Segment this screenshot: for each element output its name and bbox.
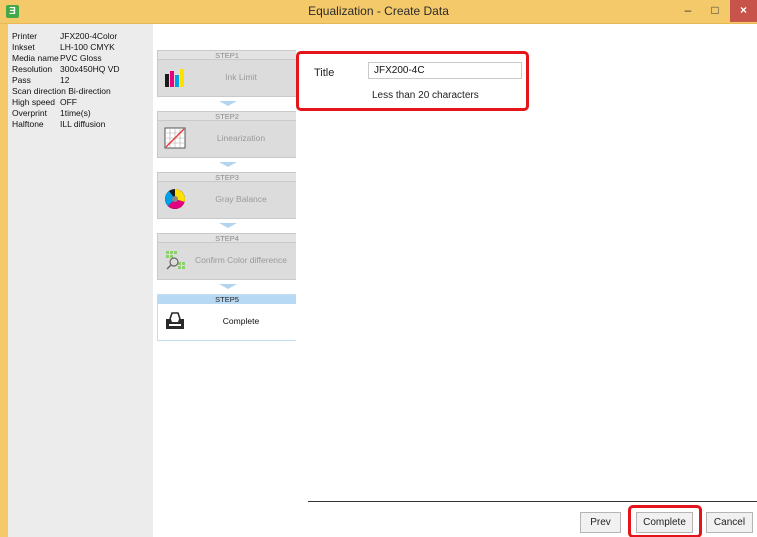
- step-header: STEP4: [158, 234, 296, 243]
- step-arrow-icon: [219, 162, 237, 167]
- title-hint: Less than 20 characters: [372, 90, 479, 101]
- info-row-pass: Pass 12: [12, 75, 69, 85]
- step-header: STEP5: [158, 295, 296, 304]
- main-content: Title Less than 20 characters Prev Compl…: [296, 24, 757, 537]
- minimize-button[interactable]: –: [675, 0, 701, 22]
- info-label: High speed: [12, 97, 56, 107]
- info-value: OFF: [60, 97, 77, 107]
- info-label: Pass: [12, 75, 31, 85]
- maximize-button[interactable]: □: [702, 0, 728, 22]
- info-value: 300x450HQ VD: [60, 64, 120, 74]
- prev-button[interactable]: Prev: [580, 512, 621, 533]
- step-navigator: STEP1 Ink Limit STEP2 Linearization STEP…: [153, 24, 297, 537]
- printer-output-icon: [164, 310, 186, 332]
- step-1-ink-limit[interactable]: STEP1 Ink Limit: [157, 50, 297, 97]
- info-value: JFX200-4Color: [60, 31, 118, 41]
- gray-balance-icon: [164, 188, 186, 210]
- info-row-inkset: Inkset LH-100 CMYK: [12, 42, 115, 52]
- title-label: Title: [314, 67, 335, 79]
- step-header: STEP1: [158, 51, 296, 60]
- window-title: Equalization - Create Data: [308, 4, 449, 18]
- info-row-media-name: Media namePVC Gloss: [12, 53, 102, 63]
- info-row-printer: Printer JFX200-4Color: [12, 31, 117, 41]
- step-label: Linearization: [216, 133, 266, 143]
- complete-button[interactable]: Complete: [636, 512, 693, 533]
- info-label: Resolution: [12, 64, 53, 74]
- info-row-halftone: Halftone ILL diffusion: [12, 119, 105, 129]
- info-row-high-speed: High speed OFF: [12, 97, 77, 107]
- info-label: Media name: [12, 53, 59, 63]
- title-highlight-box: [296, 51, 529, 111]
- ink-limit-icon: [164, 66, 186, 88]
- step-5-complete[interactable]: STEP5 Complete: [157, 294, 297, 341]
- linearization-icon: [164, 127, 186, 149]
- step-label: Ink Limit: [225, 72, 257, 82]
- step-4-confirm-color-difference[interactable]: STEP4 Confirm Color difference: [157, 233, 297, 280]
- step-header: STEP3: [158, 173, 296, 182]
- info-value: LH-100 CMYK: [60, 42, 115, 52]
- info-label: Halftone: [12, 119, 44, 129]
- info-value: Bi-direction: [68, 86, 111, 96]
- title-input[interactable]: [368, 62, 522, 79]
- title-bar: Ǝ Equalization - Create Data – □ ×: [0, 0, 757, 24]
- step-label: Complete: [222, 316, 260, 326]
- info-label: Scan direction: [12, 86, 66, 96]
- info-row-overprint: Overprint 1time(s): [12, 108, 91, 118]
- close-button[interactable]: ×: [730, 0, 757, 22]
- info-value: 1time(s): [60, 108, 91, 118]
- info-row-resolution: Resolution 300x450HQ VD: [12, 64, 120, 74]
- step-label: Gray Balance: [215, 194, 267, 204]
- step-arrow-icon: [219, 284, 237, 289]
- step-3-gray-balance[interactable]: STEP3 Gray Balance: [157, 172, 297, 219]
- step-2-linearization[interactable]: STEP2 Linearization: [157, 111, 297, 158]
- info-value: PVC Gloss: [60, 53, 102, 63]
- info-label: Overprint: [12, 108, 47, 118]
- info-label: Printer: [12, 31, 38, 41]
- info-label: Inkset: [12, 42, 35, 52]
- print-settings-panel: Printer JFX200-4Color Inkset LH-100 CMYK M…: [8, 24, 153, 537]
- color-difference-icon: [164, 249, 186, 271]
- window-frame-left: [0, 24, 8, 537]
- step-arrow-icon: [219, 101, 237, 106]
- step-label: Confirm Color difference: [195, 255, 287, 265]
- info-row-scan-direction: Scan direction Bi-direction: [12, 86, 111, 96]
- info-value: ILL diffusion: [60, 119, 106, 129]
- cancel-button[interactable]: Cancel: [706, 512, 753, 533]
- divider: [308, 501, 757, 502]
- info-value: 12: [60, 75, 70, 85]
- step-header: STEP2: [158, 112, 296, 121]
- step-arrow-icon: [219, 223, 237, 228]
